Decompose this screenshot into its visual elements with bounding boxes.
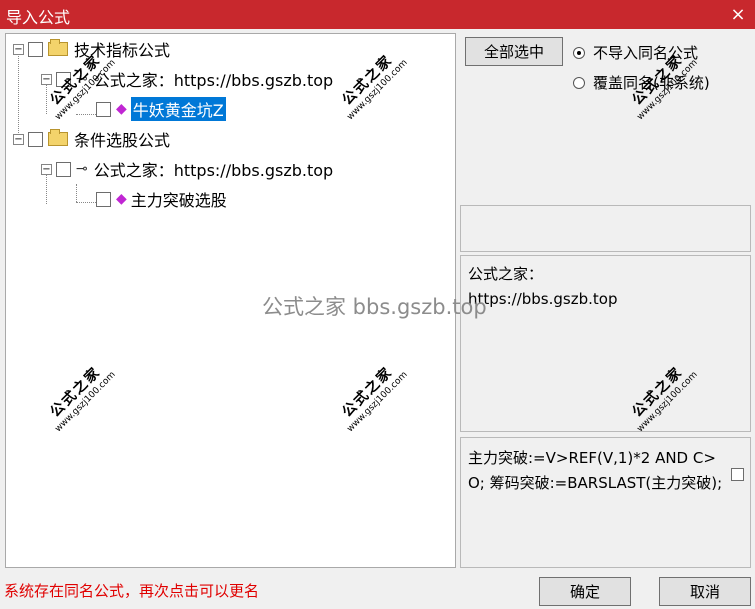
- formula-code: 主力突破:=V>REF(V,1)*2 AND C>O; 筹码突破:=BARSLA…: [468, 449, 723, 492]
- collapse-icon[interactable]: −: [41, 73, 52, 85]
- tree-line: [76, 184, 77, 202]
- window-title: 导入公式: [6, 8, 71, 27]
- tree-line: [76, 202, 96, 203]
- tree-node-formula[interactable]: ◆ 主力突破选股: [96, 187, 227, 211]
- checkbox[interactable]: [56, 161, 71, 177]
- formula-icon: ◆: [116, 101, 127, 117]
- select-all-button[interactable]: 全部选中: [465, 37, 563, 66]
- description-text: 公式之家： https://bbs.gszb.top: [468, 265, 618, 308]
- folder-icon: [48, 129, 68, 146]
- checkbox[interactable]: [96, 101, 111, 117]
- collapse-icon[interactable]: −: [13, 133, 24, 145]
- ok-button[interactable]: 确定: [539, 577, 631, 606]
- checkbox[interactable]: [28, 131, 43, 147]
- key-icon: ⊸: [76, 161, 88, 177]
- title-bar: 导入公式 ×: [0, 0, 755, 29]
- watermark-text: 公式之家 bbs.gszb.top: [262, 295, 487, 319]
- tree-node-label: 主力突破选股: [130, 191, 227, 210]
- tree-line: [76, 114, 96, 115]
- name-field[interactable]: [460, 205, 751, 252]
- status-message: 系统存在同名公式，再次点击可以更名: [4, 582, 260, 600]
- collapse-icon[interactable]: −: [13, 43, 24, 55]
- formula-icon: ◆: [116, 191, 127, 207]
- tree-node-screening[interactable]: − 条件选股公式: [13, 127, 170, 151]
- radio-icon[interactable]: [573, 76, 585, 89]
- code-checkbox[interactable]: [731, 468, 744, 481]
- checkbox[interactable]: [28, 41, 43, 57]
- tree-node-label: 公式之家：https://bbs.gszb.top: [93, 71, 334, 90]
- tree-node-source[interactable]: − ⊸ 公式之家：https://bbs.gszb.top: [41, 157, 333, 181]
- tree-node-label: 公式之家：https://bbs.gszb.top: [93, 161, 334, 180]
- checkbox[interactable]: [96, 191, 111, 207]
- tree-node-label: 条件选股公式: [74, 131, 171, 150]
- collapse-icon[interactable]: −: [41, 163, 52, 175]
- folder-icon: [48, 39, 68, 56]
- cancel-button[interactable]: 取消: [659, 577, 751, 606]
- tree-node-label: 牛妖黄金坑Z: [130, 97, 226, 121]
- close-button[interactable]: ×: [721, 0, 755, 29]
- tree-node-formula[interactable]: ◆ 牛妖黄金坑Z: [96, 97, 226, 121]
- radio-icon[interactable]: [573, 46, 585, 59]
